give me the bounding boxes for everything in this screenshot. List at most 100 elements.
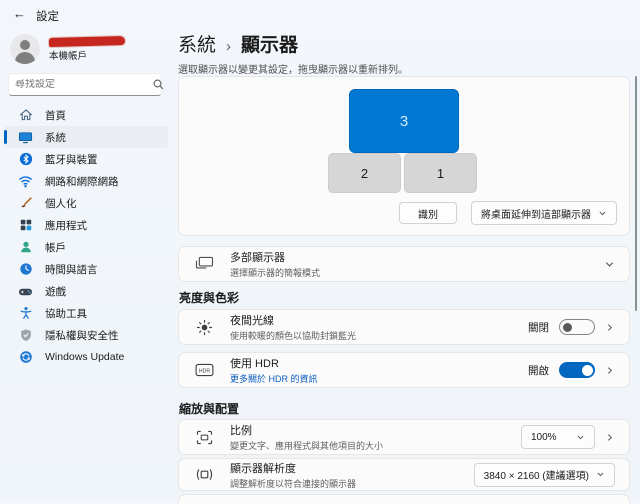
hdr-row[interactable]: HDR 使用 HDR 更多關於 HDR 的資訊 開啟: [178, 352, 630, 388]
scale-dropdown[interactable]: 100%: [521, 425, 595, 449]
gaming-icon: [18, 284, 33, 299]
accessibility-icon: [18, 306, 33, 321]
sidebar-item-label: 時間與語言: [45, 262, 98, 277]
breadcrumb-system[interactable]: 系統: [178, 30, 216, 57]
display-mode-dropdown[interactable]: 將桌面延伸到這部顯示器: [471, 201, 617, 225]
sidebar-item-bluetooth[interactable]: 藍牙與裝置: [4, 148, 168, 170]
bluetooth-icon: [18, 152, 33, 167]
resolution-dropdown[interactable]: 3840 × 2160 (建議選項): [474, 463, 615, 487]
sidebar-item-label: 系統: [45, 130, 66, 145]
personalization-icon: [18, 196, 33, 211]
sidebar-item-accessibility[interactable]: 協助工具: [4, 302, 168, 324]
chevron-right-icon: [605, 322, 615, 333]
page-description: 選取顯示器以變更其設定，拖曳顯示器以重新排列。: [178, 61, 408, 76]
chevron-right-icon: [605, 432, 615, 443]
sidebar-item-gaming[interactable]: 遊戲: [4, 280, 168, 302]
night-light-title: 夜間光線: [230, 312, 528, 328]
sidebar-item-label: Windows Update: [45, 351, 124, 363]
system-icon: [18, 130, 33, 145]
sidebar-item-label: 藍牙與裝置: [45, 152, 98, 167]
time-language-icon: [18, 262, 33, 277]
resolution-icon: [195, 465, 214, 484]
sidebar: 本機帳戶 首頁 系統 藍牙與裝置 網路和網際網路 個人化: [0, 28, 172, 498]
sidebar-item-accounts[interactable]: 帳戶: [4, 236, 168, 258]
monitor-1[interactable]: 1: [404, 153, 477, 193]
chevron-right-icon: [605, 365, 615, 376]
search-box[interactable]: [8, 73, 162, 96]
sidebar-item-label: 網路和網際網路: [45, 174, 119, 189]
scale-value: 100%: [531, 432, 557, 443]
resolution-subtitle: 調整解析度以符合連接的顯示器: [230, 477, 474, 490]
scrollbar[interactable]: [635, 76, 638, 311]
multiple-displays-icon: [195, 255, 214, 274]
breadcrumb-separator: ›: [226, 38, 231, 55]
night-light-row[interactable]: 夜間光線 使用較暖的顏色以協助封鎖藍光 關閉: [178, 309, 630, 345]
accounts-icon: [18, 240, 33, 255]
multiple-displays-title: 多部顯示器: [230, 249, 604, 265]
resolution-value: 3840 × 2160 (建議選項): [484, 467, 589, 482]
scale-subtitle: 變更文字、應用程式與其他項目的大小: [230, 439, 521, 452]
night-light-icon: [195, 318, 214, 337]
section-heading-scale-layout: 縮放與配置: [179, 400, 239, 417]
sidebar-item-label: 協助工具: [45, 306, 87, 321]
main-content: 系統 › 顯示器 選取顯示器以變更其設定，拖曳顯示器以重新排列。 3 2 1 識…: [178, 28, 630, 498]
apps-icon: [18, 218, 33, 233]
sidebar-item-network[interactable]: 網路和網際網路: [4, 170, 168, 192]
hdr-info-link[interactable]: 更多關於 HDR 的資訊: [230, 372, 528, 385]
search-icon: [153, 79, 164, 90]
sidebar-item-windows-update[interactable]: Windows Update: [4, 346, 168, 368]
sidebar-item-personalization[interactable]: 個人化: [4, 192, 168, 214]
display-arrangement-card: 3 2 1 識別 將桌面延伸到這部顯示器: [178, 76, 630, 236]
night-light-subtitle: 使用較暖的顏色以協助封鎖藍光: [230, 329, 528, 342]
page-title: 顯示器: [241, 30, 298, 57]
titlebar: ← 設定: [0, 0, 640, 28]
night-light-toggle[interactable]: [559, 319, 595, 335]
next-row-partial: [178, 494, 630, 504]
search-input[interactable]: [9, 79, 153, 90]
hdr-title: 使用 HDR: [230, 355, 528, 371]
scale-row[interactable]: 比例 變更文字、應用程式與其他項目的大小 100%: [178, 419, 630, 455]
chevron-down-icon: [596, 470, 605, 479]
monitor-2[interactable]: 2: [328, 153, 401, 193]
display-mode-value: 將桌面延伸到這部顯示器: [481, 206, 591, 221]
network-icon: [18, 174, 33, 189]
sidebar-item-system[interactable]: 系統: [4, 126, 168, 148]
sidebar-item-home[interactable]: 首頁: [4, 104, 168, 126]
sidebar-item-label: 首頁: [45, 108, 66, 123]
app-title: 設定: [36, 8, 59, 24]
account-section[interactable]: 本機帳戶: [10, 33, 125, 65]
sidebar-item-label: 個人化: [45, 196, 77, 211]
sidebar-nav: 首頁 系統 藍牙與裝置 網路和網際網路 個人化 應用程式 帳戶 時間與語言: [4, 104, 168, 368]
account-type-label: 本機帳戶: [49, 48, 125, 62]
sidebar-item-label: 帳戶: [45, 240, 66, 255]
back-button[interactable]: ←: [13, 6, 26, 21]
scale-title: 比例: [230, 422, 521, 438]
chevron-down-icon: [576, 433, 585, 442]
multiple-displays-subtitle: 選擇顯示器的簡報模式: [230, 266, 604, 279]
breadcrumb: 系統 › 顯示器: [178, 30, 298, 57]
multiple-displays-row[interactable]: 多部顯示器 選擇顯示器的簡報模式: [178, 246, 630, 282]
chevron-down-icon[interactable]: [604, 259, 615, 270]
sidebar-item-time-language[interactable]: 時間與語言: [4, 258, 168, 280]
section-heading-brightness: 亮度與色彩: [179, 289, 239, 306]
sidebar-item-label: 遊戲: [45, 284, 66, 299]
resolution-title: 顯示器解析度: [230, 460, 474, 476]
monitor-3[interactable]: 3: [349, 89, 459, 153]
windows-update-icon: [18, 350, 33, 365]
identify-button[interactable]: 識別: [399, 202, 457, 224]
sidebar-item-label: 應用程式: [45, 218, 87, 233]
hdr-toggle[interactable]: [559, 362, 595, 378]
hdr-icon: HDR: [195, 361, 214, 380]
night-light-state-label: 關閉: [528, 320, 549, 335]
svg-text:HDR: HDR: [199, 368, 210, 374]
sidebar-item-apps[interactable]: 應用程式: [4, 214, 168, 236]
redacted-username: [49, 36, 125, 47]
avatar: [10, 34, 40, 64]
hdr-state-label: 開啟: [528, 363, 549, 378]
resolution-row[interactable]: 顯示器解析度 調整解析度以符合連接的顯示器 3840 × 2160 (建議選項): [178, 458, 630, 491]
home-icon: [18, 108, 33, 123]
sidebar-item-label: 隱私權與安全性: [45, 328, 119, 343]
chevron-down-icon: [598, 209, 607, 218]
scale-icon: [195, 428, 214, 447]
sidebar-item-privacy[interactable]: 隱私權與安全性: [4, 324, 168, 346]
